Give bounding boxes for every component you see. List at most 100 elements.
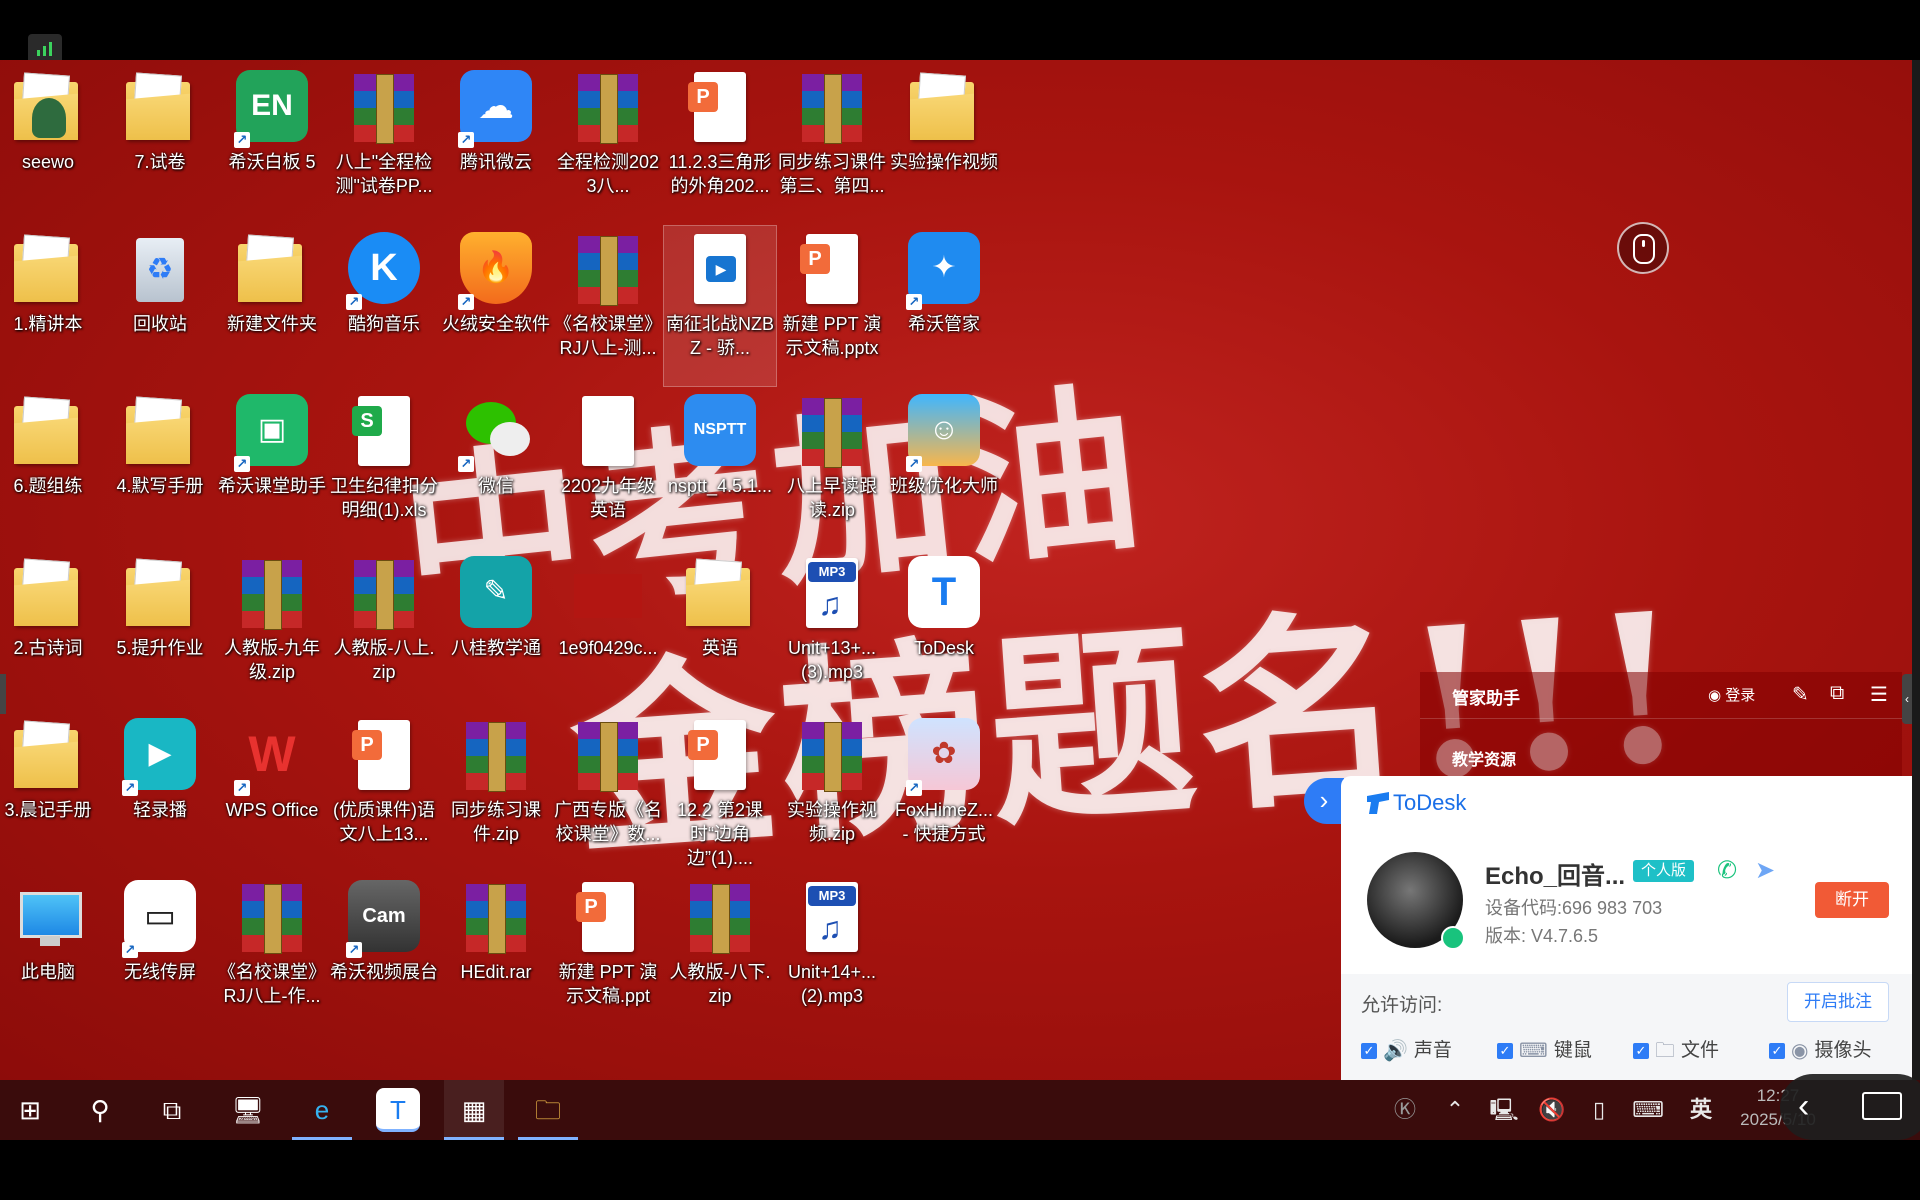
xls-file-icon: S (352, 396, 410, 466)
windows-start-icon[interactable]: ⊞ (0, 1080, 60, 1140)
remote-toolbar-toggle[interactable]: ‹ (1780, 1074, 1920, 1140)
desktop-icon-rar[interactable]: 同步练习课件第三、第四... (776, 64, 888, 224)
desktop-icon-rar[interactable]: 八上"全程检测"试卷PP... (328, 64, 440, 224)
desktop-icon-wps[interactable]: W ↗ WPS Office (216, 712, 328, 872)
menu-icon[interactable]: ☰ (1870, 682, 1888, 707)
desktop-icon-kugou[interactable]: K ↗ 酷狗音乐 (328, 226, 440, 386)
tab-teaching-resources[interactable]: 教学资源 (1452, 746, 1516, 770)
remote-desktop-icon[interactable]: 🖥 (218, 1080, 278, 1140)
phone-icon[interactable]: ✆ (1717, 856, 1737, 885)
checkbox-icon[interactable]: ✓ (1633, 1043, 1649, 1059)
desktop-icon-recycle-bin[interactable]: ♻ 回收站 (104, 226, 216, 386)
winrar-taskbar-icon[interactable]: ▦ (444, 1080, 504, 1140)
desktop-icon-seewo-manager[interactable]: ✦ ↗ 希沃管家 (888, 226, 1000, 386)
desktop-icon-seewo[interactable]: seewo (0, 64, 104, 224)
file-explorer-icon[interactable]: 🗀 (518, 1080, 578, 1140)
desktop-icon-screen-cast[interactable]: ▭ ↗ 无线传屏 (104, 874, 216, 1034)
search-icon[interactable]: ⚲ (70, 1080, 130, 1140)
desktop-icon-wechat[interactable]: ↗ 微信 (440, 388, 552, 548)
left-edge-handle[interactable] (0, 674, 6, 714)
permission-files[interactable]: ✓ 🗀 文件 (1633, 1036, 1719, 1066)
desktop-icon-folder[interactable]: 4.默写手册 (104, 388, 216, 548)
desktop-icon-class-assistant[interactable]: ▣ ↗ 希沃课堂助手 (216, 388, 328, 548)
desktop-icon-folder[interactable]: 实验操作视频 (888, 64, 1000, 224)
desktop-icon-mp3[interactable]: MP3 ♫ Unit+13+...(3).mp3 (776, 550, 888, 710)
mouse-icon[interactable] (1617, 222, 1669, 274)
desktop-icon-classdojo[interactable]: ☺ ↗ 班级优化大师 (888, 388, 1000, 548)
desktop-icon-rar[interactable]: 人教版-八下.zip (664, 874, 776, 1034)
checkbox-icon[interactable]: ✓ (1769, 1043, 1785, 1059)
desktop-icon-rar[interactable]: 人教版-八上.zip (328, 550, 440, 710)
cursor-icon[interactable]: ➤ (1755, 856, 1775, 885)
desktop-icon-qinglubo[interactable]: ▶ ↗ 轻录播 (104, 712, 216, 872)
chevron-left-icon[interactable]: ‹ (1798, 1084, 1809, 1128)
desktop-icon-huorong[interactable]: 🔥 ↗ 火绒安全软件 (440, 226, 552, 386)
desktop-icon-ppt[interactable]: P 新建 PPT 演示文稿.ppt (552, 874, 664, 1034)
desktop-icon-video[interactable]: ▶ 南征北战NZBZ - 骄... (663, 225, 777, 387)
tray-app-icon[interactable]: Ⓚ (1390, 1080, 1420, 1140)
desktop-icon-rar[interactable]: 八上早读跟读.zip (776, 388, 888, 548)
desktop-icon-folder[interactable]: 6.题组练 (0, 388, 104, 548)
desktop-icon-ppt[interactable]: P (优质课件)语文八上13... (328, 712, 440, 872)
desktop-icon-rar[interactable]: 广西专版《名校课堂》数... (552, 712, 664, 872)
annotation-button[interactable]: 开启批注 (1787, 982, 1889, 1022)
usb-icon[interactable]: ▯ (1584, 1080, 1614, 1140)
desktop-icon-weiyun[interactable]: ☁ ↗ 腾讯微云 (440, 64, 552, 224)
desktop-icon-mp3[interactable]: MP3 ♫ Unit+14+...(2).mp3 (776, 874, 888, 1034)
window-icon[interactable]: ⧉ (1830, 682, 1844, 705)
edge-browser-icon[interactable]: e (292, 1080, 352, 1140)
desktop-icon-nsptt[interactable]: NSPTT nsptt_4.5.1... (664, 388, 776, 548)
checkbox-icon[interactable]: ✓ (1497, 1043, 1513, 1059)
disconnect-button[interactable]: 断开 (1815, 882, 1889, 918)
ime-indicator[interactable]: 英 (1684, 1080, 1718, 1140)
shortcut-arrow-icon: ↗ (458, 294, 474, 310)
edit-icon[interactable]: ✎ (1792, 682, 1809, 707)
permission-keyboard-mouse[interactable]: ✓ ⌨ 键鼠 (1497, 1036, 1592, 1066)
desktop-icon-this-pc[interactable]: 此电脑 (0, 874, 104, 1034)
desktop-icon-foxhime[interactable]: ✿ ↗ FoxHimeZ... - 快捷方式 (888, 712, 1000, 872)
volume-muted-icon[interactable]: 🔇 (1536, 1080, 1568, 1140)
desktop-icon-ppt[interactable]: P 11.2.3三角形的外角202... (664, 64, 776, 224)
desktop-icon-folder[interactable]: 5.提升作业 (104, 550, 216, 710)
todesk-taskbar-icon[interactable]: T (376, 1088, 420, 1132)
collapse-panel-button[interactable]: › (1304, 778, 1344, 824)
right-edge-handle[interactable]: ‹ (1902, 674, 1912, 724)
desktop-icon-rar[interactable]: 《名校课堂》RJ八上-测... (552, 226, 664, 386)
desktop-icon-folder[interactable]: 2.古诗词 (0, 550, 104, 710)
network-icon[interactable]: 🖳 (1488, 1080, 1520, 1140)
desktop-icon-folder[interactable]: 新建文件夹 (216, 226, 328, 386)
desktop-icon-rar[interactable]: 同步练习课件.zip (440, 712, 552, 872)
desktop-icon-folder[interactable]: 3.晨记手册 (0, 712, 104, 872)
desktop-icon-folder[interactable]: 英语 (664, 550, 776, 710)
desktop-icon-folder[interactable]: 1.精讲本 (0, 226, 104, 386)
desktop-icon-rar[interactable]: 全程检测2023八... (552, 64, 664, 224)
icon-label: 2202九年级英语 (560, 476, 656, 520)
desktop-icon-rar[interactable]: 实验操作视频.zip (776, 712, 888, 872)
right-edge-strip (1912, 60, 1920, 1138)
permission-sound[interactable]: ✓ 🔊 声音 (1361, 1036, 1452, 1066)
desktop-icon-xls[interactable]: S 卫生纪律扣分明细(1).xls (328, 388, 440, 548)
desktop-icon-image[interactable]: 1e9f0429c... (552, 550, 664, 710)
desktop-icon-folder[interactable]: 7.试卷 (104, 64, 216, 224)
icon-label: 新建 PPT 演示文稿.ppt (558, 962, 658, 1006)
permission-camera[interactable]: ✓ ◉ 摄像头 (1769, 1036, 1871, 1066)
desktop-icon-bagui[interactable]: ✎ 八桂教学通 (440, 550, 552, 710)
desktop-icon-rar[interactable]: 人教版-九年级.zip (216, 550, 328, 710)
icon-label: 酷狗音乐 (348, 314, 420, 334)
touch-keyboard-icon[interactable]: ⌨ (1628, 1080, 1668, 1140)
keyboard-icon: ⌨ (1519, 1040, 1548, 1062)
chevron-up-icon[interactable]: ⌃ (1440, 1080, 1470, 1140)
login-button[interactable]: ◉ 登录 (1708, 684, 1755, 705)
desktop-icon-todesk[interactable]: T ToDesk (888, 550, 1000, 710)
checkbox-icon[interactable]: ✓ (1361, 1043, 1377, 1059)
desktop-icon-rar[interactable]: HEdit.rar (440, 874, 552, 1034)
desktop-icon-rar[interactable]: 《名校课堂》RJ八上-作... (216, 874, 328, 1034)
desktop-icon-file[interactable]: 2202九年级英语 (552, 388, 664, 548)
task-view-icon[interactable]: ⧉ (142, 1080, 202, 1140)
desktop-icon-ppt[interactable]: P 新建 PPT 演示文稿.pptx (776, 226, 888, 386)
keyboard-icon[interactable] (1862, 1092, 1902, 1120)
desktop-icon-easinote[interactable]: EN ↗ 希沃白板 5 (216, 64, 328, 224)
desktop-icon-ppt[interactable]: P 12.2 第2课时“边角边”(1).... (664, 712, 776, 872)
icon-label: 希沃视频展台 (330, 962, 438, 982)
desktop-icon-camera[interactable]: Cam ↗ 希沃视频展台 (328, 874, 440, 1034)
